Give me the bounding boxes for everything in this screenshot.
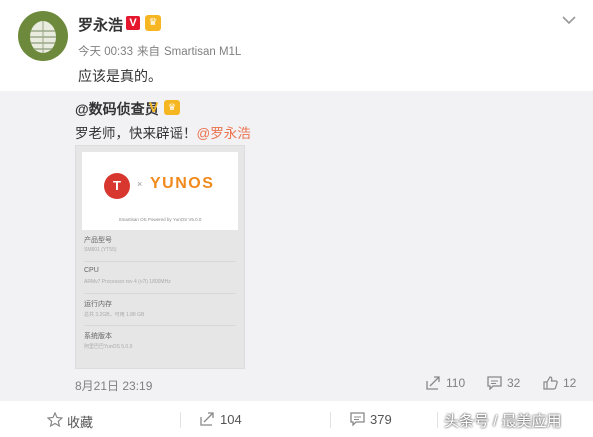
divider	[84, 261, 236, 262]
avatar-icon	[19, 12, 67, 60]
original-author[interactable]: @数码侦查员	[75, 99, 159, 119]
yunos-logo: YUNOS	[150, 175, 215, 192]
original-date[interactable]: 8月21日 23:19	[75, 377, 152, 394]
author-name[interactable]: 罗永浩	[78, 14, 123, 35]
repost-icon	[200, 412, 214, 426]
post-time[interactable]: 今天 00:33	[78, 46, 133, 58]
original-text: 罗老师，快来辟谣！@罗永浩	[75, 122, 251, 142]
spec-label: 产品型号	[84, 237, 112, 244]
post-source[interactable]: Smartisan M1L	[164, 46, 241, 58]
star-icon	[47, 412, 63, 427]
repost-count: 104	[220, 412, 242, 427]
splash-caption: Smartisan OS Powered by YunOS V5.0.0	[118, 217, 202, 222]
verified-yellow-icon: V	[149, 99, 159, 115]
divider	[84, 293, 236, 294]
spec-label: 系统版本	[84, 333, 112, 340]
author-avatar[interactable]	[18, 11, 68, 61]
thumbs-up-icon	[543, 376, 558, 390]
favorite-label: 收藏	[67, 415, 94, 430]
original-comment-count: 32	[507, 376, 521, 390]
source-prefix: 来自	[136, 46, 160, 58]
repost-block: @数码侦查员 V ♛ 罗老师，快来辟谣！@罗永浩 T × YUNOS Smart…	[0, 91, 593, 401]
attached-image[interactable]: T × YUNOS Smartisan OS Powered by YunOS …	[75, 145, 245, 369]
weibo-post: 罗永浩 V ♛ 今天 00:33 来自 Smartisan M1L 应该是真的。 @…	[0, 0, 593, 437]
post-meta: 今天 00:33 来自 Smartisan M1L	[78, 43, 245, 59]
divider	[437, 412, 438, 428]
spec-value: SM801 (YT55)	[84, 247, 117, 253]
original-repost-count: 110	[446, 376, 466, 390]
spec-value: 阿里巴巴YunOS 5.0.0	[84, 344, 133, 350]
smartisan-logo: T	[104, 173, 130, 199]
spec-label: CPU	[84, 267, 99, 274]
verified-badge: V	[126, 16, 140, 30]
watermark: 头条号 / 最美应用	[444, 413, 562, 430]
spec-value: ARMv7 Processor rev 4 (v7l) 1800MHz	[84, 279, 171, 285]
divider	[180, 412, 181, 428]
vip-crown-icon: ♛	[164, 100, 180, 115]
mention-link[interactable]: @罗永浩	[197, 126, 251, 141]
spec-value: 总共 3.2GB，可用 1.88 GB	[84, 312, 145, 318]
repost-icon	[426, 376, 440, 390]
original-like-count: 12	[563, 376, 577, 390]
times-mark: ×	[137, 179, 143, 189]
post-text: 应该是真的。	[78, 68, 162, 84]
comment-count: 379	[370, 412, 392, 427]
vip-crown-icon: ♛	[145, 15, 161, 31]
chevron-down-icon[interactable]	[561, 12, 577, 28]
original-text-body: 罗老师，快来辟谣！	[75, 126, 197, 141]
divider	[330, 412, 331, 428]
divider	[84, 325, 236, 326]
comment-icon	[350, 412, 365, 426]
splash-screen: T × YUNOS Smartisan OS Powered by YunOS …	[82, 152, 238, 230]
spec-label: 运行内存	[84, 301, 112, 308]
comment-icon	[487, 376, 502, 390]
